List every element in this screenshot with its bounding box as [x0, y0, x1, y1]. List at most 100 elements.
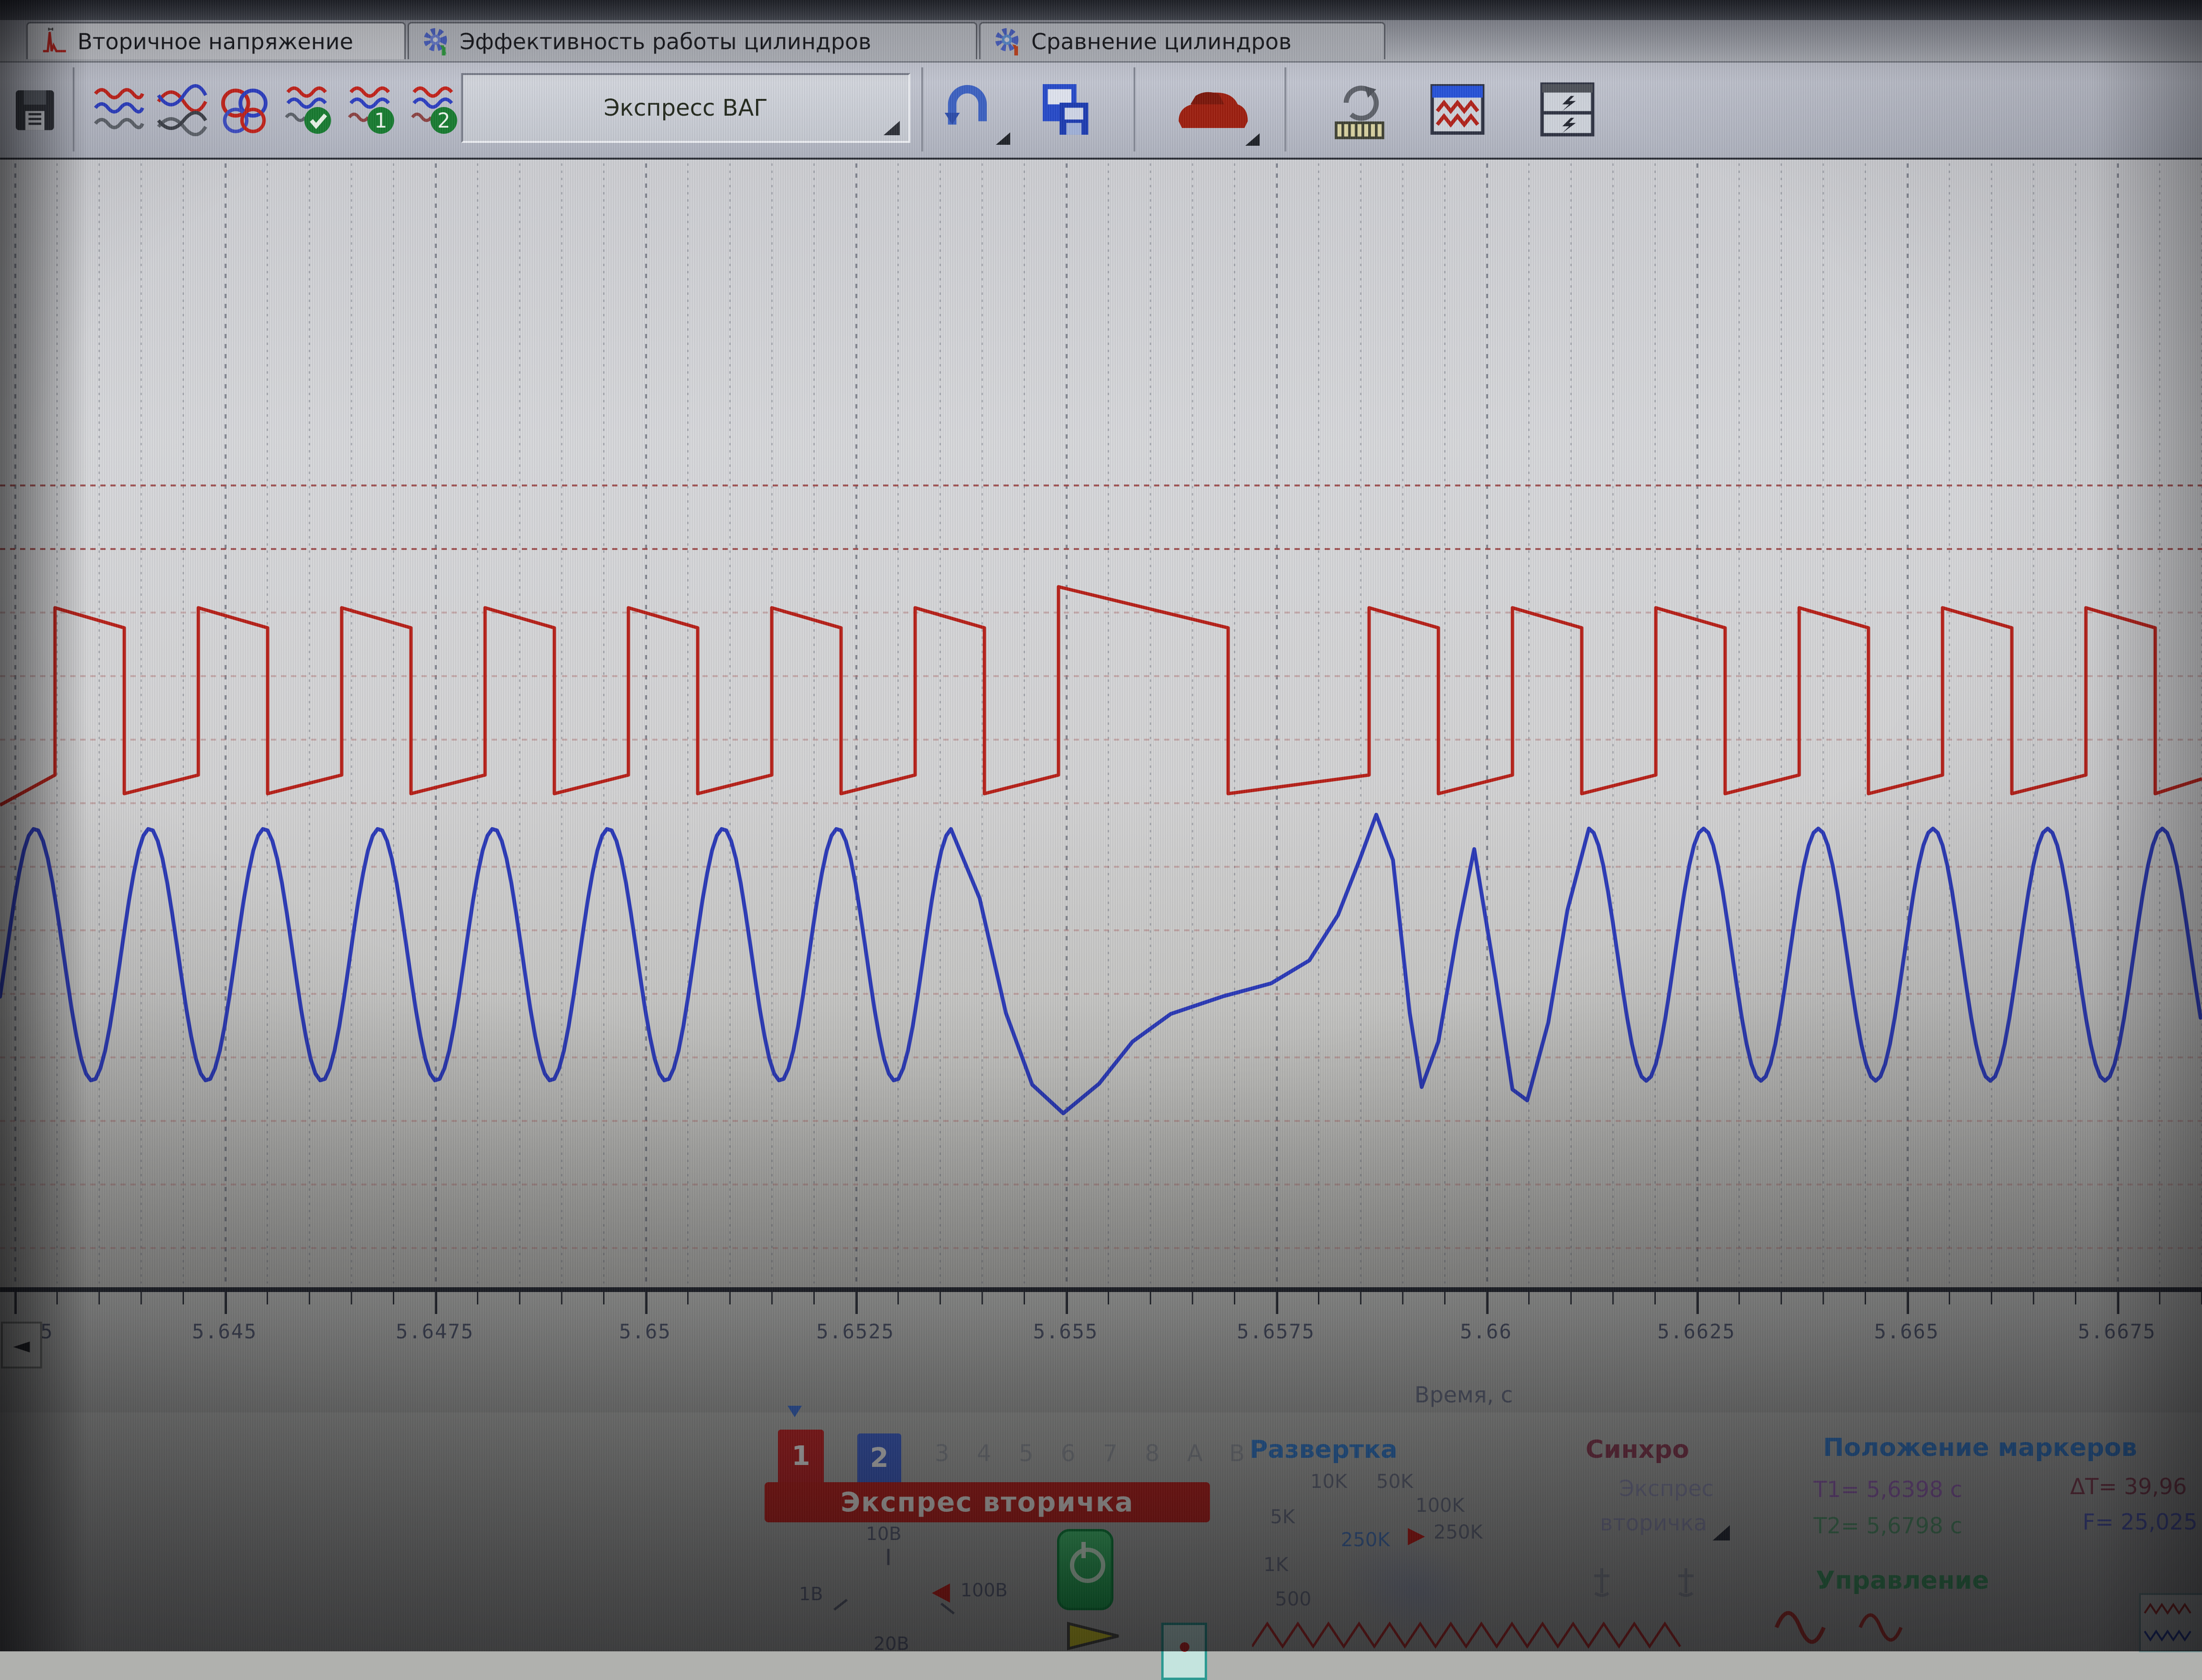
gridline-vertical-minor — [1360, 163, 1361, 1283]
gridline-vertical-minor — [1444, 163, 1446, 1283]
volt-option-100v[interactable]: 100В — [961, 1580, 1008, 1601]
save-button[interactable] — [4, 69, 66, 150]
channel-2-tab[interactable]: 2 — [857, 1433, 901, 1482]
gridline-vertical-minor — [267, 163, 268, 1283]
channel-1-tab[interactable]: 1 — [778, 1430, 824, 1482]
waveform-plot-area[interactable] — [0, 160, 2202, 1287]
axis-tick-label: 5.655 — [994, 1320, 1137, 1343]
sweep-option-50k[interactable]: 50K — [1376, 1471, 1413, 1493]
sweep-option-500[interactable]: 500 — [1275, 1588, 1311, 1610]
report-window-button[interactable] — [1417, 69, 1498, 150]
axis-tick — [1150, 1292, 1151, 1304]
channel-B-tab[interactable]: B — [1229, 1440, 1245, 1467]
gridline-vertical-minor — [1318, 163, 1319, 1283]
control-sine1-button[interactable] — [1774, 1604, 1826, 1651]
ignition-waveform-icon — [40, 26, 69, 57]
tab-cylinder-comparison[interactable]: Сравнение цилиндров — [979, 22, 1385, 59]
channel-4-tab[interactable]: 4 — [977, 1440, 992, 1467]
axis-tick — [1360, 1292, 1361, 1304]
tab-bar: Вторичное напряжение Эффективность работ… — [0, 20, 2202, 63]
axis-tick — [183, 1292, 184, 1304]
waveform-slot1-button[interactable]: 1 — [341, 69, 401, 150]
control-waveform-button[interactable] — [2139, 1593, 2202, 1652]
channel-7-tab[interactable]: 7 — [1103, 1440, 1118, 1467]
accept-waveform-button[interactable] — [278, 69, 338, 150]
gridline-horizontal-red — [0, 1184, 2202, 1185]
waves-check-icon — [281, 83, 335, 136]
axis-tick — [1865, 1292, 1866, 1304]
tab-secondary-voltage[interactable]: Вторичное напряжение — [26, 22, 406, 59]
control-section-title: Управление — [1816, 1566, 1989, 1595]
axis-tick — [1318, 1292, 1319, 1304]
channel-6-tab[interactable]: 6 — [1061, 1440, 1076, 1467]
overlay-waveforms-button[interactable] — [152, 69, 212, 150]
preset-dropdown[interactable]: Экспресс ВАГ — [461, 73, 910, 143]
channel-power-button[interactable] — [1057, 1529, 1113, 1610]
sweep-option-250k[interactable]: 250K — [1434, 1521, 1483, 1543]
split-panes-lightning-icon — [1539, 81, 1596, 138]
sync-section-title: Синхро — [1586, 1435, 1689, 1464]
undo-button[interactable] — [932, 69, 1013, 150]
sync-source-line1: Экспрес — [1619, 1475, 1714, 1501]
active-probe-banner-label: Экспрес вторичка — [841, 1487, 1134, 1518]
sweep-preview-waveform — [1252, 1619, 1682, 1651]
split-view-button[interactable] — [1527, 69, 1608, 150]
save-view-button[interactable] — [1027, 69, 1109, 150]
sweep-option-100k[interactable]: 100K — [1415, 1495, 1465, 1517]
sync-source-dropdown[interactable]: Экспрес вторичка — [1596, 1474, 1739, 1555]
gridline-vertical-minor — [140, 163, 142, 1283]
gridline-vertical-minor — [729, 163, 731, 1283]
volt-option-10v[interactable]: 10В — [866, 1523, 901, 1544]
axis-tick — [939, 1292, 941, 1304]
axis-tick — [897, 1292, 899, 1304]
channel-8-tab[interactable]: 8 — [1145, 1440, 1160, 1467]
gridline-vertical-minor — [1402, 163, 1403, 1283]
channel-3-tab[interactable]: 3 — [935, 1440, 950, 1467]
sweep-dial-pointer-icon — [1408, 1528, 1425, 1545]
mini-blue-wave-icon — [2144, 1625, 2202, 1646]
scroll-left-button[interactable]: ◄ — [1, 1322, 42, 1368]
marker-t2-flag-icon[interactable] — [1673, 1566, 1699, 1598]
gridline-vertical-minor — [1991, 163, 1992, 1283]
gear-red-arrow-icon — [993, 27, 1023, 56]
axis-tick — [729, 1292, 731, 1304]
gridline-vertical-minor — [1570, 163, 1572, 1283]
axis-tick-label: 5.6625 — [1625, 1320, 1768, 1343]
gridline-vertical-minor — [1192, 163, 1193, 1283]
axis-tick — [1234, 1292, 1235, 1304]
channel-A-tab[interactable]: A — [1187, 1440, 1203, 1467]
axis-tick — [435, 1292, 437, 1314]
linked-channels-button[interactable] — [215, 69, 275, 150]
axis-tick — [519, 1292, 520, 1304]
channel-5-tab[interactable]: 5 — [1019, 1440, 1034, 1467]
sweep-option-10k[interactable]: 10K — [1310, 1471, 1347, 1493]
sweep-option-5k[interactable]: 5K — [1270, 1506, 1295, 1528]
sweep-option-1k[interactable]: 1K — [1263, 1554, 1288, 1576]
gridline-vertical-major — [645, 163, 647, 1283]
show-all-waveforms-button[interactable] — [89, 69, 149, 150]
gridline-vertical-major — [1486, 163, 1488, 1283]
waves-badge2-icon: 2 — [408, 83, 461, 136]
play-button[interactable] — [1062, 1621, 1133, 1651]
autoscale-button[interactable] — [1319, 69, 1400, 150]
volt-option-20v[interactable]: 20В — [874, 1633, 909, 1654]
marker-f-value: F= 25,025 — [2083, 1509, 2198, 1535]
vehicle-select-button[interactable] — [1156, 69, 1262, 150]
axis-tick-label: 5.6475 — [363, 1320, 507, 1343]
axis-tick-label: 5.65 — [573, 1320, 717, 1343]
axis-tick-label: 5.645 — [153, 1320, 296, 1343]
waveform-slot2-button[interactable]: 2 — [404, 69, 464, 150]
car-icon — [1168, 81, 1250, 138]
axis-tick — [687, 1292, 689, 1304]
axis-tick — [1024, 1292, 1025, 1304]
marker-t1-flag-icon[interactable] — [1589, 1566, 1615, 1598]
marker-t2-value: T2= 5,6798 с — [1813, 1513, 1962, 1539]
gridline-vertical-minor — [1234, 163, 1235, 1283]
channel-2-label: 2 — [870, 1443, 889, 1474]
volt-option-1v[interactable]: 1В — [799, 1583, 823, 1605]
record-button[interactable] — [1161, 1623, 1207, 1680]
control-sine2-button[interactable] — [1858, 1604, 1903, 1651]
axis-tick — [1528, 1292, 1530, 1304]
gridline-vertical-major — [1696, 163, 1698, 1283]
tab-cylinder-efficiency[interactable]: Эффективность работы цилиндров — [408, 22, 977, 59]
